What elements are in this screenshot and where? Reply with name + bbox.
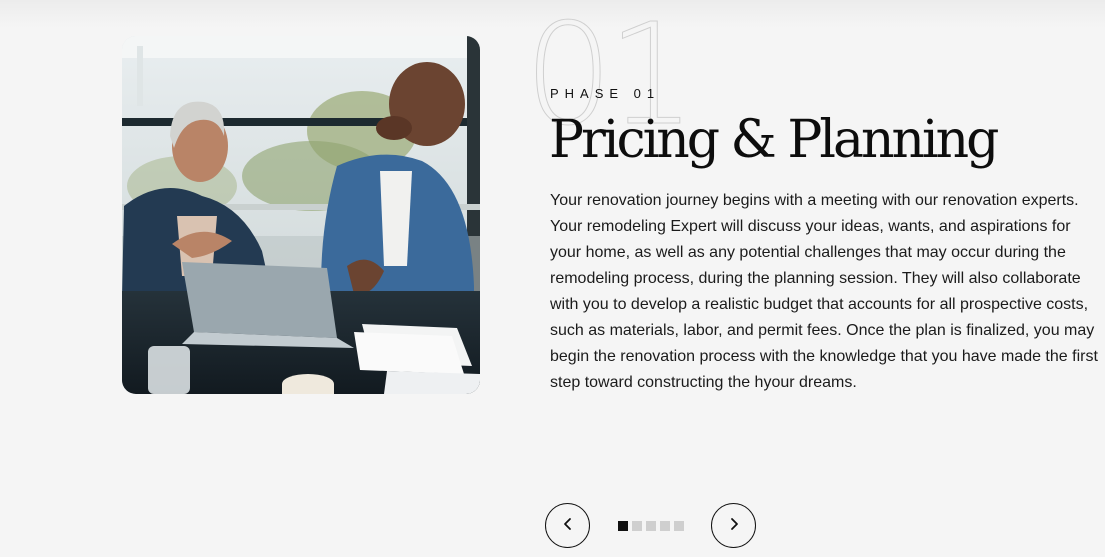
phase-label: PHASE 01 — [550, 86, 661, 101]
chevron-right-icon — [727, 517, 741, 534]
slide-title: Pricing & Planning — [549, 110, 999, 170]
slide-description: Your renovation journey begins with a me… — [550, 192, 1098, 391]
slide-pagination — [618, 521, 684, 531]
pagination-dot-4[interactable] — [660, 521, 670, 531]
pagination-dot-1[interactable] — [618, 521, 628, 531]
next-slide-button[interactable] — [711, 503, 756, 548]
chevron-left-icon — [561, 517, 575, 534]
previous-slide-button[interactable] — [545, 503, 590, 548]
pagination-dot-5[interactable] — [674, 521, 684, 531]
slide-photo — [122, 36, 480, 394]
pagination-dot-2[interactable] — [632, 521, 642, 531]
pagination-dot-3[interactable] — [646, 521, 656, 531]
